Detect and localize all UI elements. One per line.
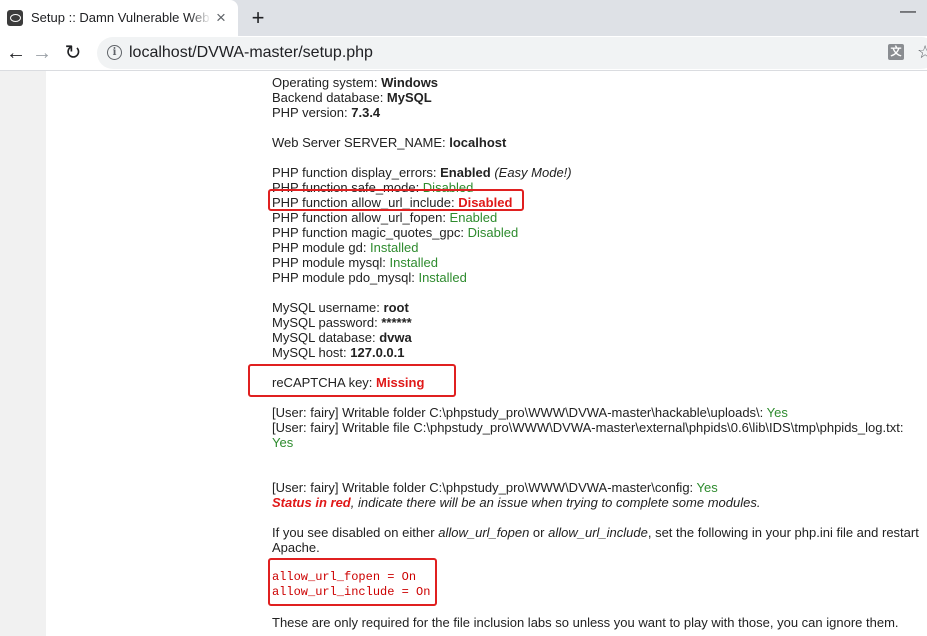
browser-tab[interactable]: Setup :: Damn Vulnerable Web × — [0, 0, 238, 36]
reload-button[interactable]: ↻ — [61, 41, 85, 65]
status-ok: Disabled — [467, 225, 519, 240]
instructions-paragraph: If you see disabled on either allow_url_… — [272, 525, 919, 555]
page-body: Operating system: Windows Backend databa… — [46, 71, 927, 636]
status-ok: Installed — [418, 270, 467, 285]
address-bar[interactable]: i localhost/DVWA-master/setup.php 文 ☆ — [97, 37, 927, 69]
mysql-password-line: MySQL password: ****** — [272, 315, 412, 330]
module-mysql-line: PHP module mysql: Installed — [272, 255, 438, 270]
magic-quotes-line: PHP function magic_quotes_gpc: Disabled — [272, 225, 519, 240]
status-ok: Yes — [272, 435, 294, 450]
footer-note: These are only required for the file inc… — [272, 615, 899, 630]
server-name-line: Web Server SERVER_NAME: localhost — [272, 135, 507, 150]
mysql-username-line: MySQL username: root — [272, 300, 409, 315]
translate-icon[interactable]: 文 — [888, 44, 904, 60]
status-note-line: Status in red, indicate there will be an… — [272, 495, 761, 510]
browser-toolbar: ← → ↻ i localhost/DVWA-master/setup.php … — [0, 36, 927, 70]
uploads-folder-line: [User: fairy] Writable folder C:\phpstud… — [272, 405, 788, 420]
module-pdo-mysql-line: PHP module pdo_mysql: Installed — [272, 270, 467, 285]
close-tab-icon[interactable]: × — [212, 9, 230, 27]
back-button[interactable]: ← — [4, 41, 28, 65]
phpids-log-line: [User: fairy] Writable file C:\phpstudy_… — [272, 420, 904, 435]
bookmark-star-icon[interactable]: ☆ — [917, 41, 927, 63]
os-line: Operating system: Windows — [272, 75, 439, 90]
mysql-host-line: MySQL host: 127.0.0.1 — [272, 345, 405, 360]
tab-title: Setup :: Damn Vulnerable Web — [31, 10, 209, 25]
status-ok: Installed — [370, 240, 419, 255]
tab-title-fade — [189, 6, 211, 30]
status-ok: Installed — [389, 255, 438, 270]
highlight-box-php-ini-code — [268, 558, 437, 606]
status-ok: Enabled — [449, 210, 498, 225]
tab-strip: Setup :: Damn Vulnerable Web × + — — [0, 0, 927, 36]
setup-check-content: Operating system: Windows Backend databa… — [272, 75, 927, 630]
minimize-window-button[interactable]: — — [896, 4, 920, 20]
dvwa-favicon-icon — [7, 10, 23, 26]
config-folder-line: [User: fairy] Writable folder C:\phpstud… — [272, 480, 718, 495]
display-errors-line: PHP function display_errors: Enabled (Ea… — [272, 165, 572, 180]
phpids-log-status-line: Yes — [272, 435, 927, 450]
php-version-line: PHP version: 7.3.4 — [272, 105, 381, 120]
site-info-icon[interactable]: i — [107, 45, 122, 60]
highlight-box-recaptcha — [248, 364, 456, 397]
db-line: Backend database: MySQL — [272, 90, 432, 105]
module-gd-line: PHP module gd: Installed — [272, 240, 419, 255]
highlight-box-allow-url-include — [268, 189, 524, 211]
mysql-database-line: MySQL database: dvwa — [272, 330, 412, 345]
status-ok: Yes — [696, 480, 718, 495]
forward-button[interactable]: → — [30, 41, 54, 65]
status-ok: Yes — [766, 405, 788, 420]
url-text[interactable]: localhost/DVWA-master/setup.php — [129, 44, 373, 62]
new-tab-button[interactable]: + — [246, 6, 270, 30]
allow-url-fopen-line: PHP function allow_url_fopen: Enabled — [272, 210, 498, 225]
